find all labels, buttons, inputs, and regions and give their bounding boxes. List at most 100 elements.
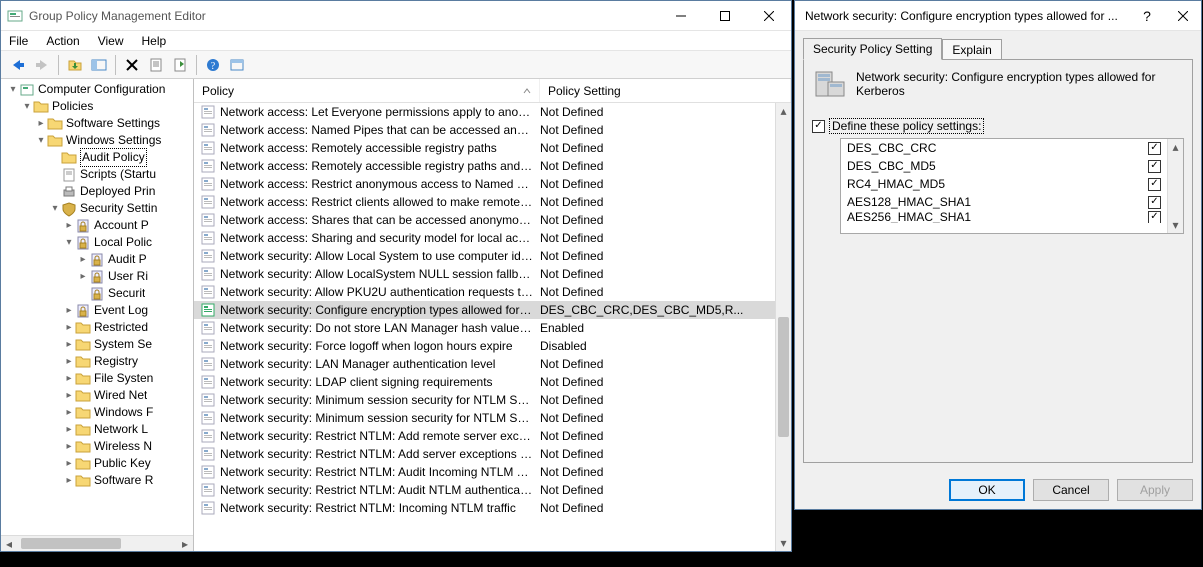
policy-row[interactable]: Network access: Remotely accessible regi…: [194, 157, 791, 175]
tree-item[interactable]: ▸Wired Net: [3, 387, 193, 404]
tree-item[interactable]: ▸Restricted: [3, 319, 193, 336]
expand-toggle-icon[interactable]: ▾: [63, 234, 75, 251]
tree-item[interactable]: ▸Event Log: [3, 302, 193, 319]
expand-toggle-icon[interactable]: ▸: [63, 421, 75, 438]
tree-item[interactable]: Deployed Prin: [3, 183, 193, 200]
expand-toggle-icon[interactable]: ▸: [77, 268, 89, 285]
up-button[interactable]: [64, 54, 86, 76]
tab-explain[interactable]: Explain: [942, 39, 1001, 60]
policy-row[interactable]: Network security: Allow PKU2U authentica…: [194, 283, 791, 301]
delete-button[interactable]: [121, 54, 143, 76]
expand-toggle-icon[interactable]: ▸: [63, 387, 75, 404]
show-hide-tree-button[interactable]: [88, 54, 110, 76]
tree-item[interactable]: ▸Software R: [3, 472, 193, 489]
close-button[interactable]: [747, 1, 791, 30]
tree-item[interactable]: ▸Account P: [3, 217, 193, 234]
minimize-button[interactable]: [659, 1, 703, 30]
expand-toggle-icon[interactable]: ▸: [63, 302, 75, 319]
policy-row[interactable]: Network security: Restrict NTLM: Audit I…: [194, 463, 791, 481]
maximize-button[interactable]: [703, 1, 747, 30]
tree-item[interactable]: ▾Local Polic: [3, 234, 193, 251]
policy-row[interactable]: Network security: Allow LocalSystem NULL…: [194, 265, 791, 283]
tree-item[interactable]: ▸Public Key: [3, 455, 193, 472]
policy-row[interactable]: Network access: Restrict anonymous acces…: [194, 175, 791, 193]
ok-button[interactable]: OK: [949, 479, 1025, 501]
policy-row[interactable]: Network access: Restrict clients allowed…: [194, 193, 791, 211]
expand-toggle-icon[interactable]: ▾: [21, 98, 33, 115]
policy-row[interactable]: Network security: Minimum session securi…: [194, 391, 791, 409]
policy-row[interactable]: Network security: Restrict NTLM: Audit N…: [194, 481, 791, 499]
expand-toggle-icon[interactable]: ▾: [49, 200, 61, 217]
policy-row[interactable]: Network security: LAN Manager authentica…: [194, 355, 791, 373]
scroll-right-icon[interactable]: ▸: [177, 536, 193, 551]
encryption-option[interactable]: DES_CBC_CRC✓: [841, 139, 1167, 157]
scroll-up-icon[interactable]: ▴: [1168, 139, 1183, 155]
expand-toggle-icon[interactable]: ▸: [63, 336, 75, 353]
tree-item[interactable]: ▸Wireless N: [3, 438, 193, 455]
policy-row[interactable]: Network access: Remotely accessible regi…: [194, 139, 791, 157]
forward-button[interactable]: [31, 54, 53, 76]
tree-item[interactable]: Audit Policy: [3, 149, 193, 166]
encryption-option[interactable]: RC4_HMAC_MD5✓: [841, 175, 1167, 193]
tree-item[interactable]: ▸File Systen: [3, 370, 193, 387]
policy-row[interactable]: Network security: Minimum session securi…: [194, 409, 791, 427]
tree-item[interactable]: ▸System Se: [3, 336, 193, 353]
tree-item[interactable]: Securit: [3, 285, 193, 302]
encryption-option-checkbox[interactable]: ✓: [1148, 160, 1161, 173]
policy-row[interactable]: Network access: Let Everyone permissions…: [194, 103, 791, 121]
menu-action[interactable]: Action: [46, 34, 79, 48]
dialog-close-button[interactable]: [1165, 1, 1201, 30]
define-settings-row[interactable]: ✓ Define these policy settings:: [812, 118, 1184, 134]
tree-item[interactable]: ▾Computer Configuration: [3, 81, 193, 98]
policy-row[interactable]: Network access: Named Pipes that can be …: [194, 121, 791, 139]
tree-item[interactable]: ▾Policies: [3, 98, 193, 115]
scroll-down-icon[interactable]: ▾: [776, 535, 791, 551]
encryption-option-checkbox[interactable]: ✓: [1148, 211, 1161, 223]
tree-item[interactable]: Scripts (Startu: [3, 166, 193, 183]
policy-row[interactable]: Network security: Restrict NTLM: Incomin…: [194, 499, 791, 517]
policy-row[interactable]: Network access: Sharing and security mod…: [194, 229, 791, 247]
expand-toggle-icon[interactable]: ▸: [63, 217, 75, 234]
expand-toggle-icon[interactable]: ▸: [35, 115, 47, 132]
apply-button[interactable]: Apply: [1117, 479, 1193, 501]
menu-help[interactable]: Help: [142, 34, 167, 48]
encryption-list-scrollbar[interactable]: ▴ ▾: [1167, 139, 1183, 233]
encryption-option-checkbox[interactable]: ✓: [1148, 178, 1161, 191]
policy-row[interactable]: Network security: Do not store LAN Manag…: [194, 319, 791, 337]
tree-item[interactable]: ▸User Ri: [3, 268, 193, 285]
menu-file[interactable]: File: [9, 34, 28, 48]
policy-row[interactable]: Network security: Configure encryption t…: [194, 301, 791, 319]
tree-item[interactable]: ▸Windows F: [3, 404, 193, 421]
tree-item[interactable]: ▾Windows Settings: [3, 132, 193, 149]
expand-toggle-icon[interactable]: ▸: [63, 438, 75, 455]
menu-view[interactable]: View: [98, 34, 124, 48]
policy-row[interactable]: Network access: Shares that can be acces…: [194, 211, 791, 229]
tab-security-policy-setting[interactable]: Security Policy Setting: [803, 38, 942, 60]
expand-toggle-icon[interactable]: ▸: [63, 472, 75, 489]
encryption-option[interactable]: AES128_HMAC_SHA1✓: [841, 193, 1167, 211]
export-button[interactable]: [169, 54, 191, 76]
policy-row[interactable]: Network security: Restrict NTLM: Add rem…: [194, 427, 791, 445]
expand-toggle-icon[interactable]: ▾: [7, 81, 19, 98]
policy-row[interactable]: Network security: Force logoff when logo…: [194, 337, 791, 355]
dialog-help-button[interactable]: ?: [1129, 1, 1165, 30]
policy-row[interactable]: Network security: Allow Local System to …: [194, 247, 791, 265]
expand-toggle-icon[interactable]: ▾: [35, 132, 47, 149]
encryption-option[interactable]: DES_CBC_MD5✓: [841, 157, 1167, 175]
scroll-down-icon[interactable]: ▾: [1168, 217, 1183, 233]
tree[interactable]: ▾Computer Configuration▾Policies ▸Softwar…: [1, 79, 193, 491]
expand-toggle-icon[interactable]: ▸: [63, 370, 75, 387]
back-button[interactable]: [7, 54, 29, 76]
column-policy[interactable]: Policy: [194, 79, 540, 102]
expand-toggle-icon[interactable]: ▸: [77, 251, 89, 268]
encryption-option-checkbox[interactable]: ✓: [1148, 142, 1161, 155]
expand-toggle-icon[interactable]: ▸: [63, 404, 75, 421]
scroll-up-icon[interactable]: ▴: [776, 103, 791, 119]
tree-item[interactable]: ▾Security Settin: [3, 200, 193, 217]
tree-item[interactable]: ▸Audit P: [3, 251, 193, 268]
scroll-left-icon[interactable]: ◂: [1, 536, 17, 551]
tree-hscrollbar[interactable]: ◂ ▸: [1, 535, 193, 551]
define-settings-checkbox[interactable]: ✓: [812, 120, 825, 133]
expand-toggle-icon[interactable]: ▸: [63, 455, 75, 472]
tree-item[interactable]: ▸Registry: [3, 353, 193, 370]
